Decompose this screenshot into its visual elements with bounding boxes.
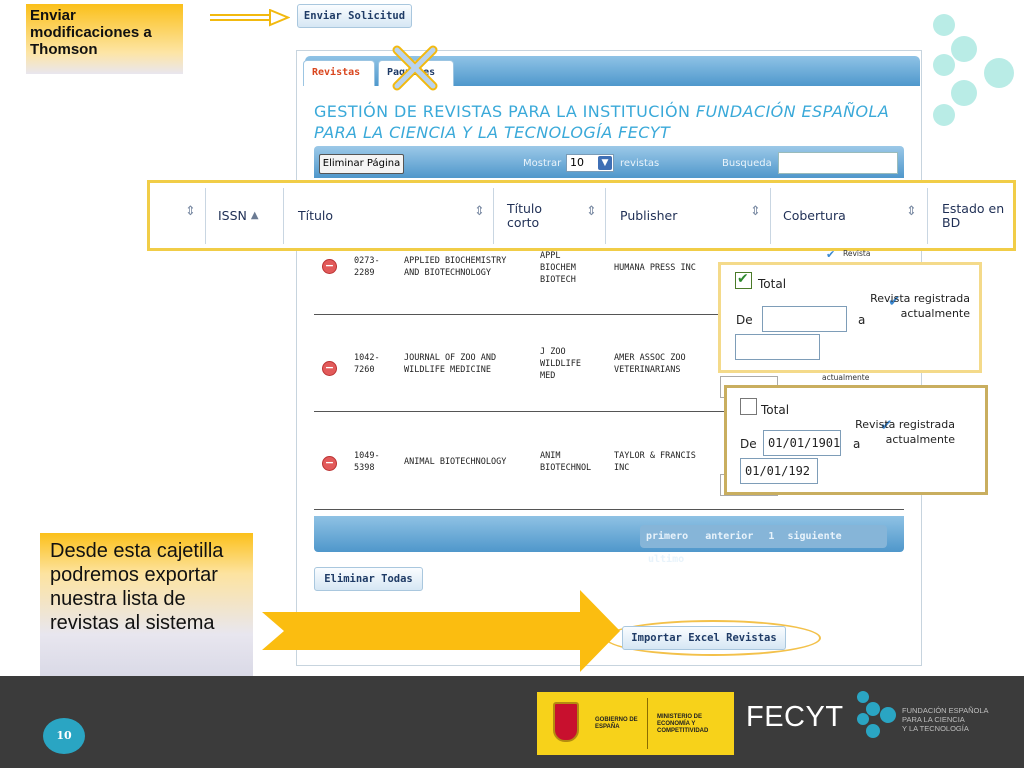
row-short-title: J ZOO WILDLIFE MED (540, 347, 581, 381)
from-date-input[interactable]: 01/01/1901 (763, 430, 841, 456)
column-header-issn[interactable]: ISSN ▲ (218, 188, 259, 244)
page-size-select[interactable]: 10 ▼ (566, 154, 614, 172)
chevron-down-icon: ▼ (598, 156, 612, 170)
column-header-coverage[interactable]: Cobertura (783, 188, 846, 244)
table-header-zoom (147, 180, 1016, 251)
arrow-right-icon (262, 590, 620, 672)
row-title: APPLIED BIOCHEMISTRY AND BIOTECHNOLOGY (404, 256, 507, 278)
sort-icon[interactable]: ⇕ (586, 204, 597, 219)
sort-asc-icon: ▲ (250, 210, 259, 221)
page-number: 10 (43, 718, 85, 754)
check-icon: ✔ (826, 248, 836, 261)
pager-prev[interactable]: anterior (705, 531, 753, 542)
total-checkbox[interactable] (735, 271, 752, 289)
row-title: JOURNAL OF ZOO AND WILDLIFE MEDICINE (404, 353, 497, 375)
page-title: GESTIÓN DE REVISTAS PARA LA INSTITUCIÓN … (314, 101, 914, 143)
from-date-input[interactable] (762, 306, 847, 332)
row-issn: 1049-5398 (354, 451, 380, 473)
pager-first[interactable]: primero (646, 531, 688, 542)
footer (0, 676, 1024, 768)
from-label: De (736, 313, 753, 327)
search-input[interactable] (778, 152, 898, 174)
send-request-button[interactable]: Enviar Solicitud (297, 4, 412, 28)
total-label: Total (758, 277, 787, 291)
coat-of-arms-icon (553, 702, 579, 742)
government-logo: GOBIERNO DE ESPAÑA MINISTERIO DE ECONOMÍ… (537, 692, 734, 755)
show-label: Mostrar (523, 158, 562, 169)
row-short-title: ANIM BIOTECHNOL (540, 451, 592, 473)
to-date-input[interactable]: 01/01/192 (740, 458, 818, 484)
from-label: De (740, 437, 757, 451)
total-label: Total (761, 403, 790, 417)
column-separator (770, 188, 771, 244)
column-header-publisher[interactable]: Publisher (620, 188, 677, 244)
row-short-title: APPL BIOCHEM BIOTECH (540, 251, 576, 285)
fecyt-tagline-2: PARA LA CIENCIA (902, 715, 965, 724)
fecyt-tagline-3: Y LA TECNOLOGÍA (902, 724, 969, 733)
column-separator (283, 188, 284, 244)
remove-row-icon[interactable]: − (322, 456, 337, 471)
row-issn: 0273-2289 (354, 256, 380, 278)
cross-mark-icon (392, 45, 438, 91)
fecyt-logo: FECYT (746, 701, 844, 733)
pager-next[interactable]: siguiente (787, 531, 841, 542)
remove-row-icon[interactable]: − (322, 259, 337, 274)
row-title: ANIMAL BIOTECHNOLOGY (404, 457, 507, 467)
total-checkbox[interactable] (740, 398, 757, 415)
column-separator (927, 188, 928, 244)
coverage-status: Revista registrada actualmente (855, 418, 955, 446)
sort-icon[interactable]: ⇕ (185, 204, 196, 219)
sort-icon[interactable]: ⇕ (474, 204, 485, 219)
fecyt-tagline-1: FUNDACIÓN ESPAÑOLA (902, 706, 989, 715)
column-separator (605, 188, 606, 244)
to-label: a (853, 437, 861, 451)
row-publisher: AMER ASSOC ZOO VETERINARIANS (614, 353, 686, 375)
delete-page-button[interactable]: Eliminar Página (319, 154, 404, 174)
callout-send-to-thomson: Enviar modificaciones a Thomson (26, 4, 183, 74)
column-header-issn-label: ISSN (218, 208, 247, 223)
ministry-label: MINISTERIO DE ECONOMÍA Y COMPETITIVIDAD (657, 714, 709, 734)
to-date-input[interactable] (735, 334, 820, 360)
remove-row-icon[interactable]: − (322, 361, 337, 376)
show-suffix-label: revistas (620, 158, 660, 169)
row-status: Revista (843, 249, 871, 258)
sort-icon[interactable]: ⇕ (906, 204, 917, 219)
sort-icon[interactable]: ⇕ (750, 204, 761, 219)
pager-page[interactable]: 1 (768, 531, 774, 542)
column-separator (205, 188, 206, 244)
callout-export-list: Desde esta cajetilla podremos exportar n… (40, 533, 253, 678)
row-publisher: TAYLOR & FRANCIS INC (614, 451, 696, 473)
import-excel-button[interactable]: Importar Excel Revistas (622, 626, 786, 650)
row-publisher: HUMANA PRESS INC (614, 263, 696, 273)
row-divider (314, 509, 904, 510)
coverage-status: Revista registrada actualmente (870, 292, 970, 320)
pager-last[interactable]: ultimo (648, 554, 684, 565)
fecyt-tagline: FUNDACIÓN ESPAÑOLA PARA LA CIENCIA Y LA … (902, 706, 989, 733)
column-separator (493, 188, 494, 244)
row-status: actualmente (822, 373, 870, 382)
to-label: a (858, 313, 866, 327)
search-label: Busqueda (722, 158, 772, 169)
page-size-value: 10 (570, 156, 584, 169)
row-issn: 1042-7260 (354, 353, 380, 375)
pagination: primero anterior 1 siguiente ultimo (640, 525, 887, 565)
gov-label: GOBIERNO DE ESPAÑA (595, 717, 638, 730)
page-title-prefix: GESTIÓN DE REVISTAS PARA LA INSTITUCIÓN (314, 102, 691, 121)
column-header-title[interactable]: Título (298, 188, 333, 244)
column-header-short-title[interactable]: Título corto (507, 188, 567, 244)
arrow-right-icon (210, 9, 290, 27)
column-header-db-status[interactable]: Estado en BD (942, 188, 1012, 244)
tab-revistas[interactable]: Revistas (303, 60, 375, 86)
